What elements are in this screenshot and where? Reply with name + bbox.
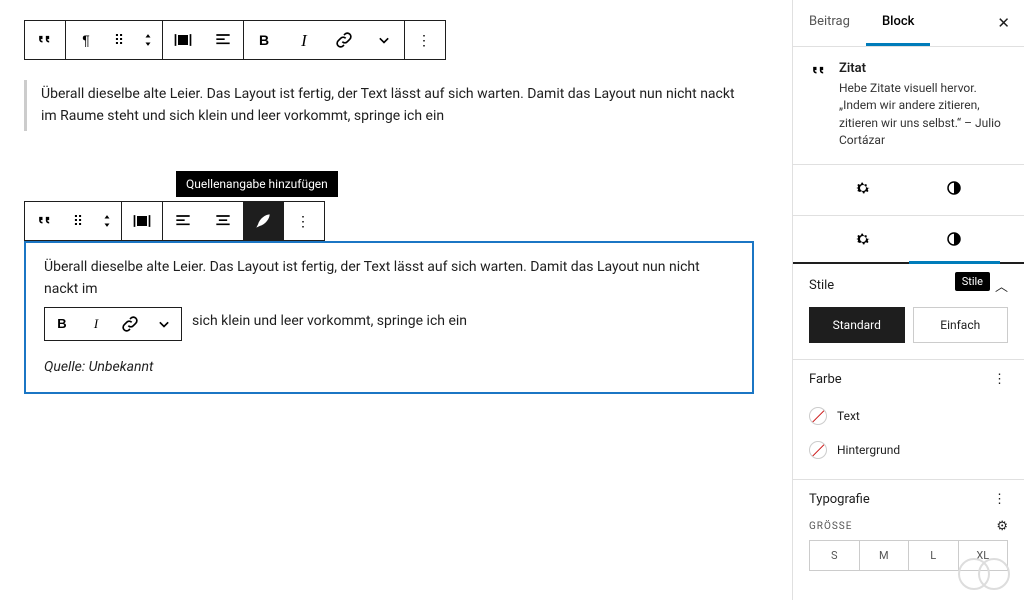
- settings-style-toggle-1: [793, 165, 1024, 216]
- sidebar-tabs: Beitrag Block ✕: [793, 0, 1024, 47]
- drag-handle[interactable]: ⠿: [106, 21, 134, 59]
- color-text[interactable]: Text: [809, 399, 1008, 433]
- settings-gear-icon[interactable]: [817, 230, 909, 252]
- styles-tooltip: Stile: [955, 272, 990, 291]
- color-background[interactable]: Hintergrund: [809, 433, 1008, 467]
- styles-section-header[interactable]: Stile Stile ︿: [793, 264, 1024, 307]
- tab-post[interactable]: Beitrag: [793, 0, 866, 46]
- color-bg-label: Hintergrund: [837, 443, 900, 457]
- decorative-circles: [958, 554, 1014, 594]
- paragraph-menu-button[interactable]: ¶: [66, 21, 106, 59]
- editor-canvas: ¶ ⠿ B I ⋮ Überall dieselbe alte Leier. D…: [0, 0, 792, 600]
- bold-button[interactable]: B: [244, 21, 284, 59]
- style-standard[interactable]: Standard: [809, 307, 905, 343]
- more-formatting-button[interactable]: [147, 308, 181, 340]
- tab-block[interactable]: Block: [866, 0, 930, 46]
- size-l[interactable]: L: [909, 541, 959, 570]
- block-description-panel: Zitat Hebe Zitate visuell hervor. „Indem…: [793, 47, 1024, 165]
- swatch-icon: [809, 407, 827, 425]
- color-controls: Text Hintergrund: [793, 399, 1024, 479]
- pullquote-block[interactable]: Überall dieselbe alte Leier. Das Layout …: [24, 241, 754, 394]
- quote-block-icon[interactable]: [25, 21, 65, 59]
- style-feather-button[interactable]: [243, 202, 283, 240]
- quote-icon: [809, 61, 829, 150]
- settings-style-toggle-2: [793, 216, 1024, 264]
- align-center-button[interactable]: [203, 202, 243, 240]
- typography-options-icon[interactable]: ⋮: [993, 492, 1008, 507]
- size-m[interactable]: M: [860, 541, 910, 570]
- block-toolbar-2: ⠿ ⋮: [24, 201, 325, 241]
- quote-text: Überall dieselbe alte Leier. Das Layout …: [41, 86, 735, 124]
- styles-label: Stile: [809, 278, 834, 293]
- citation-tooltip: Quellenangabe hinzufügen: [176, 171, 338, 197]
- style-simple[interactable]: Einfach: [913, 307, 1009, 343]
- block-type-description: Hebe Zitate visuell hervor. „Indem wir a…: [839, 80, 1008, 150]
- move-arrows[interactable]: [93, 202, 121, 240]
- settings-sidebar: Beitrag Block ✕ Zitat Hebe Zitate visuel…: [792, 0, 1024, 600]
- link-button[interactable]: [324, 21, 364, 59]
- pullquote-text-line2: sich klein und leer vorkommt, springe ic…: [192, 311, 467, 333]
- pullquote-block-icon[interactable]: [25, 202, 65, 240]
- block-type-name: Zitat: [839, 61, 1008, 76]
- pullquote-citation[interactable]: Quelle: Unbekannt: [44, 357, 734, 379]
- close-sidebar-button[interactable]: ✕: [983, 0, 1024, 46]
- typography-label: Typografie: [809, 492, 870, 507]
- pullquote-block-wrap: Quellenangabe hinzufügen ⠿ ⋮ Überall die…: [24, 201, 768, 394]
- move-arrows[interactable]: [134, 21, 162, 59]
- color-section-header[interactable]: Farbe ⋮: [793, 359, 1024, 399]
- typography-section-header[interactable]: Typografie ⋮: [793, 479, 1024, 519]
- quote-block-1[interactable]: Überall dieselbe alte Leier. Das Layout …: [24, 80, 744, 131]
- styles-contrast-icon[interactable]: [909, 230, 1001, 252]
- size-settings-icon[interactable]: ⚙: [996, 519, 1008, 534]
- align-full-button[interactable]: [122, 202, 162, 240]
- size-label: GRÖSSE: [809, 521, 852, 532]
- color-options-icon[interactable]: ⋮: [993, 372, 1008, 387]
- italic-button[interactable]: I: [284, 21, 324, 59]
- chevron-up-icon: ︿: [995, 280, 1008, 295]
- options-button[interactable]: ⋮: [284, 202, 324, 240]
- style-variants: Standard Einfach: [793, 307, 1024, 359]
- block-toolbar-1: ¶ ⠿ B I ⋮: [24, 20, 446, 60]
- pullquote-text-line1: Überall dieselbe alte Leier. Das Layout …: [44, 257, 734, 300]
- italic-button[interactable]: I: [79, 308, 113, 340]
- color-text-label: Text: [837, 409, 860, 423]
- more-formatting-button[interactable]: [364, 21, 404, 59]
- link-button[interactable]: [113, 308, 147, 340]
- size-s[interactable]: S: [810, 541, 860, 570]
- color-label: Farbe: [809, 372, 842, 387]
- styles-contrast-icon[interactable]: [945, 179, 963, 201]
- swatch-icon: [809, 441, 827, 459]
- inline-format-toolbar: B I: [44, 307, 182, 341]
- options-button[interactable]: ⋮: [405, 21, 445, 59]
- align-left-button[interactable]: [203, 21, 243, 59]
- settings-gear-icon[interactable]: [854, 179, 872, 201]
- bold-button[interactable]: B: [45, 308, 79, 340]
- align-full-button[interactable]: [163, 21, 203, 59]
- drag-handle[interactable]: ⠿: [65, 202, 93, 240]
- align-left-button[interactable]: [163, 202, 203, 240]
